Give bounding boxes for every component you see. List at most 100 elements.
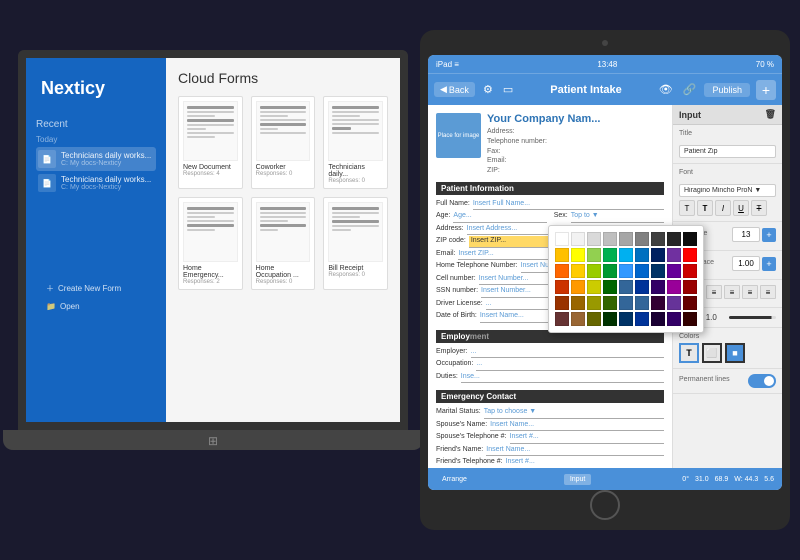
preview-line (187, 224, 234, 227)
form-count-5: Responses: 0 (328, 272, 383, 278)
eye-icon[interactable]: 👁 (657, 81, 675, 98)
form-card-0[interactable]: New Document Responses: 4 (178, 96, 243, 189)
color-swatch[interactable] (619, 280, 633, 294)
color-swatch[interactable] (667, 232, 672, 246)
recent-item-0[interactable]: 📄 Technicians daily works... C: My docs-… (36, 147, 156, 171)
color-tool-fill[interactable]: ■ (725, 343, 745, 363)
color-swatch[interactable] (619, 296, 633, 310)
color-swatch[interactable] (651, 232, 665, 246)
font-btn-strikethrough[interactable]: T (751, 200, 767, 216)
recent-item-1[interactable]: 📄 Technicians daily works... C: My docs-… (36, 171, 156, 195)
color-swatch[interactable] (651, 280, 665, 294)
align-center-button[interactable]: ≡ (724, 285, 740, 299)
back-button[interactable]: ◀ Back (434, 82, 475, 97)
color-swatch[interactable] (587, 248, 601, 262)
permanent-lines-toggle[interactable] (748, 374, 776, 388)
color-swatch[interactable] (603, 248, 617, 262)
battery-indicator: 70 % (756, 60, 774, 69)
color-swatch[interactable] (587, 312, 601, 326)
win-sidebar: Nexticy Recent Today 📄 Technicians daily… (26, 58, 166, 422)
share-icon[interactable]: 🔗 (681, 81, 699, 98)
text-color-icon: T (686, 348, 692, 358)
color-swatch[interactable] (651, 248, 665, 262)
color-swatch[interactable] (603, 264, 617, 278)
color-swatch[interactable] (619, 312, 633, 326)
font-btn-t2[interactable]: T (697, 200, 713, 216)
add-button[interactable]: + (756, 80, 776, 100)
color-swatch[interactable] (667, 312, 672, 326)
color-swatch[interactable] (555, 312, 569, 326)
create-new-form-button[interactable]: ＋ Create New Form (41, 279, 130, 298)
font-input[interactable] (679, 184, 776, 197)
color-swatch[interactable] (619, 232, 633, 246)
color-swatch[interactable] (555, 296, 569, 310)
form-card-2[interactable]: Technicians daily... Responses: 0 (323, 96, 388, 189)
linespace-plus-button[interactable]: + (762, 257, 776, 271)
form-card-4[interactable]: Home Occupation ... Responses: 0 (251, 197, 316, 290)
color-swatch[interactable] (555, 280, 569, 294)
color-swatch[interactable] (619, 248, 633, 262)
color-swatch[interactable] (651, 312, 665, 326)
align-right-button[interactable]: ≡ (742, 285, 758, 299)
publish-button[interactable]: Publish (704, 83, 750, 97)
color-swatch[interactable] (587, 264, 601, 278)
monitor-icon[interactable]: ▭ (501, 81, 515, 98)
align-justify-button[interactable]: ≡ (760, 285, 776, 299)
preview-line (332, 132, 379, 134)
font-btn-t1[interactable]: T (679, 200, 695, 216)
tab-input[interactable]: Input (564, 474, 592, 485)
color-swatch[interactable] (555, 264, 569, 278)
color-swatch[interactable] (571, 248, 585, 262)
open-button[interactable]: 📁 Open (41, 298, 130, 315)
color-swatch[interactable] (651, 264, 665, 278)
tab-arrange[interactable]: Arrange (436, 474, 473, 485)
title-input[interactable] (679, 145, 776, 158)
color-swatch[interactable] (603, 312, 617, 326)
tablet-home-button[interactable] (590, 490, 620, 520)
color-swatch[interactable] (635, 280, 649, 294)
color-swatch[interactable] (635, 248, 649, 262)
color-swatch[interactable] (667, 248, 672, 262)
color-swatch[interactable] (651, 296, 665, 310)
color-tool-border[interactable]: ⬜ (702, 343, 722, 363)
color-tool-text[interactable]: T (679, 343, 699, 363)
color-picker-popup[interactable] (548, 225, 672, 333)
color-swatch[interactable] (571, 232, 585, 246)
color-swatch[interactable] (635, 264, 649, 278)
color-swatch[interactable] (667, 280, 672, 294)
color-swatch[interactable] (571, 296, 585, 310)
color-swatch[interactable] (635, 312, 649, 326)
color-swatch[interactable] (571, 280, 585, 294)
color-swatch[interactable] (587, 232, 601, 246)
color-swatch[interactable] (667, 296, 672, 310)
font-btn-underline[interactable]: U (733, 200, 749, 216)
company-address: Address:Telephone number:Fax:Email:ZIP: (487, 127, 664, 176)
color-swatch[interactable] (619, 264, 633, 278)
align-left-button[interactable]: ≡ (706, 285, 722, 299)
settings-icon[interactable]: ⚙ (481, 81, 495, 98)
fontsize-plus-button[interactable]: + (762, 228, 776, 242)
trash-icon[interactable]: 🗑 (765, 109, 776, 120)
color-swatch[interactable] (603, 232, 617, 246)
color-swatch[interactable] (555, 248, 569, 262)
form-title-2: Technicians daily... (328, 164, 383, 178)
color-swatch[interactable] (603, 296, 617, 310)
font-btn-italic[interactable]: I (715, 200, 731, 216)
linespace-input[interactable] (732, 256, 760, 271)
form-area[interactable]: Place for image Your Company Nam... Addr… (428, 105, 672, 468)
section-patient-info: Patient Information (436, 182, 664, 195)
color-swatch[interactable] (587, 296, 601, 310)
color-swatch[interactable] (603, 280, 617, 294)
color-swatch[interactable] (635, 232, 649, 246)
form-card-1[interactable]: Coworker Responses: 0 (251, 96, 316, 189)
form-card-3[interactable]: Home Emergency... Responses: 2 (178, 197, 243, 290)
color-swatch[interactable] (635, 296, 649, 310)
color-swatch[interactable] (587, 280, 601, 294)
opacity-slider[interactable] (729, 316, 776, 319)
color-swatch[interactable] (555, 232, 569, 246)
color-swatch[interactable] (571, 264, 585, 278)
color-swatch[interactable] (571, 312, 585, 326)
fontsize-input[interactable] (732, 227, 760, 242)
form-card-5[interactable]: Bill Receipt Responses: 0 (323, 197, 388, 290)
color-swatch[interactable] (667, 264, 672, 278)
